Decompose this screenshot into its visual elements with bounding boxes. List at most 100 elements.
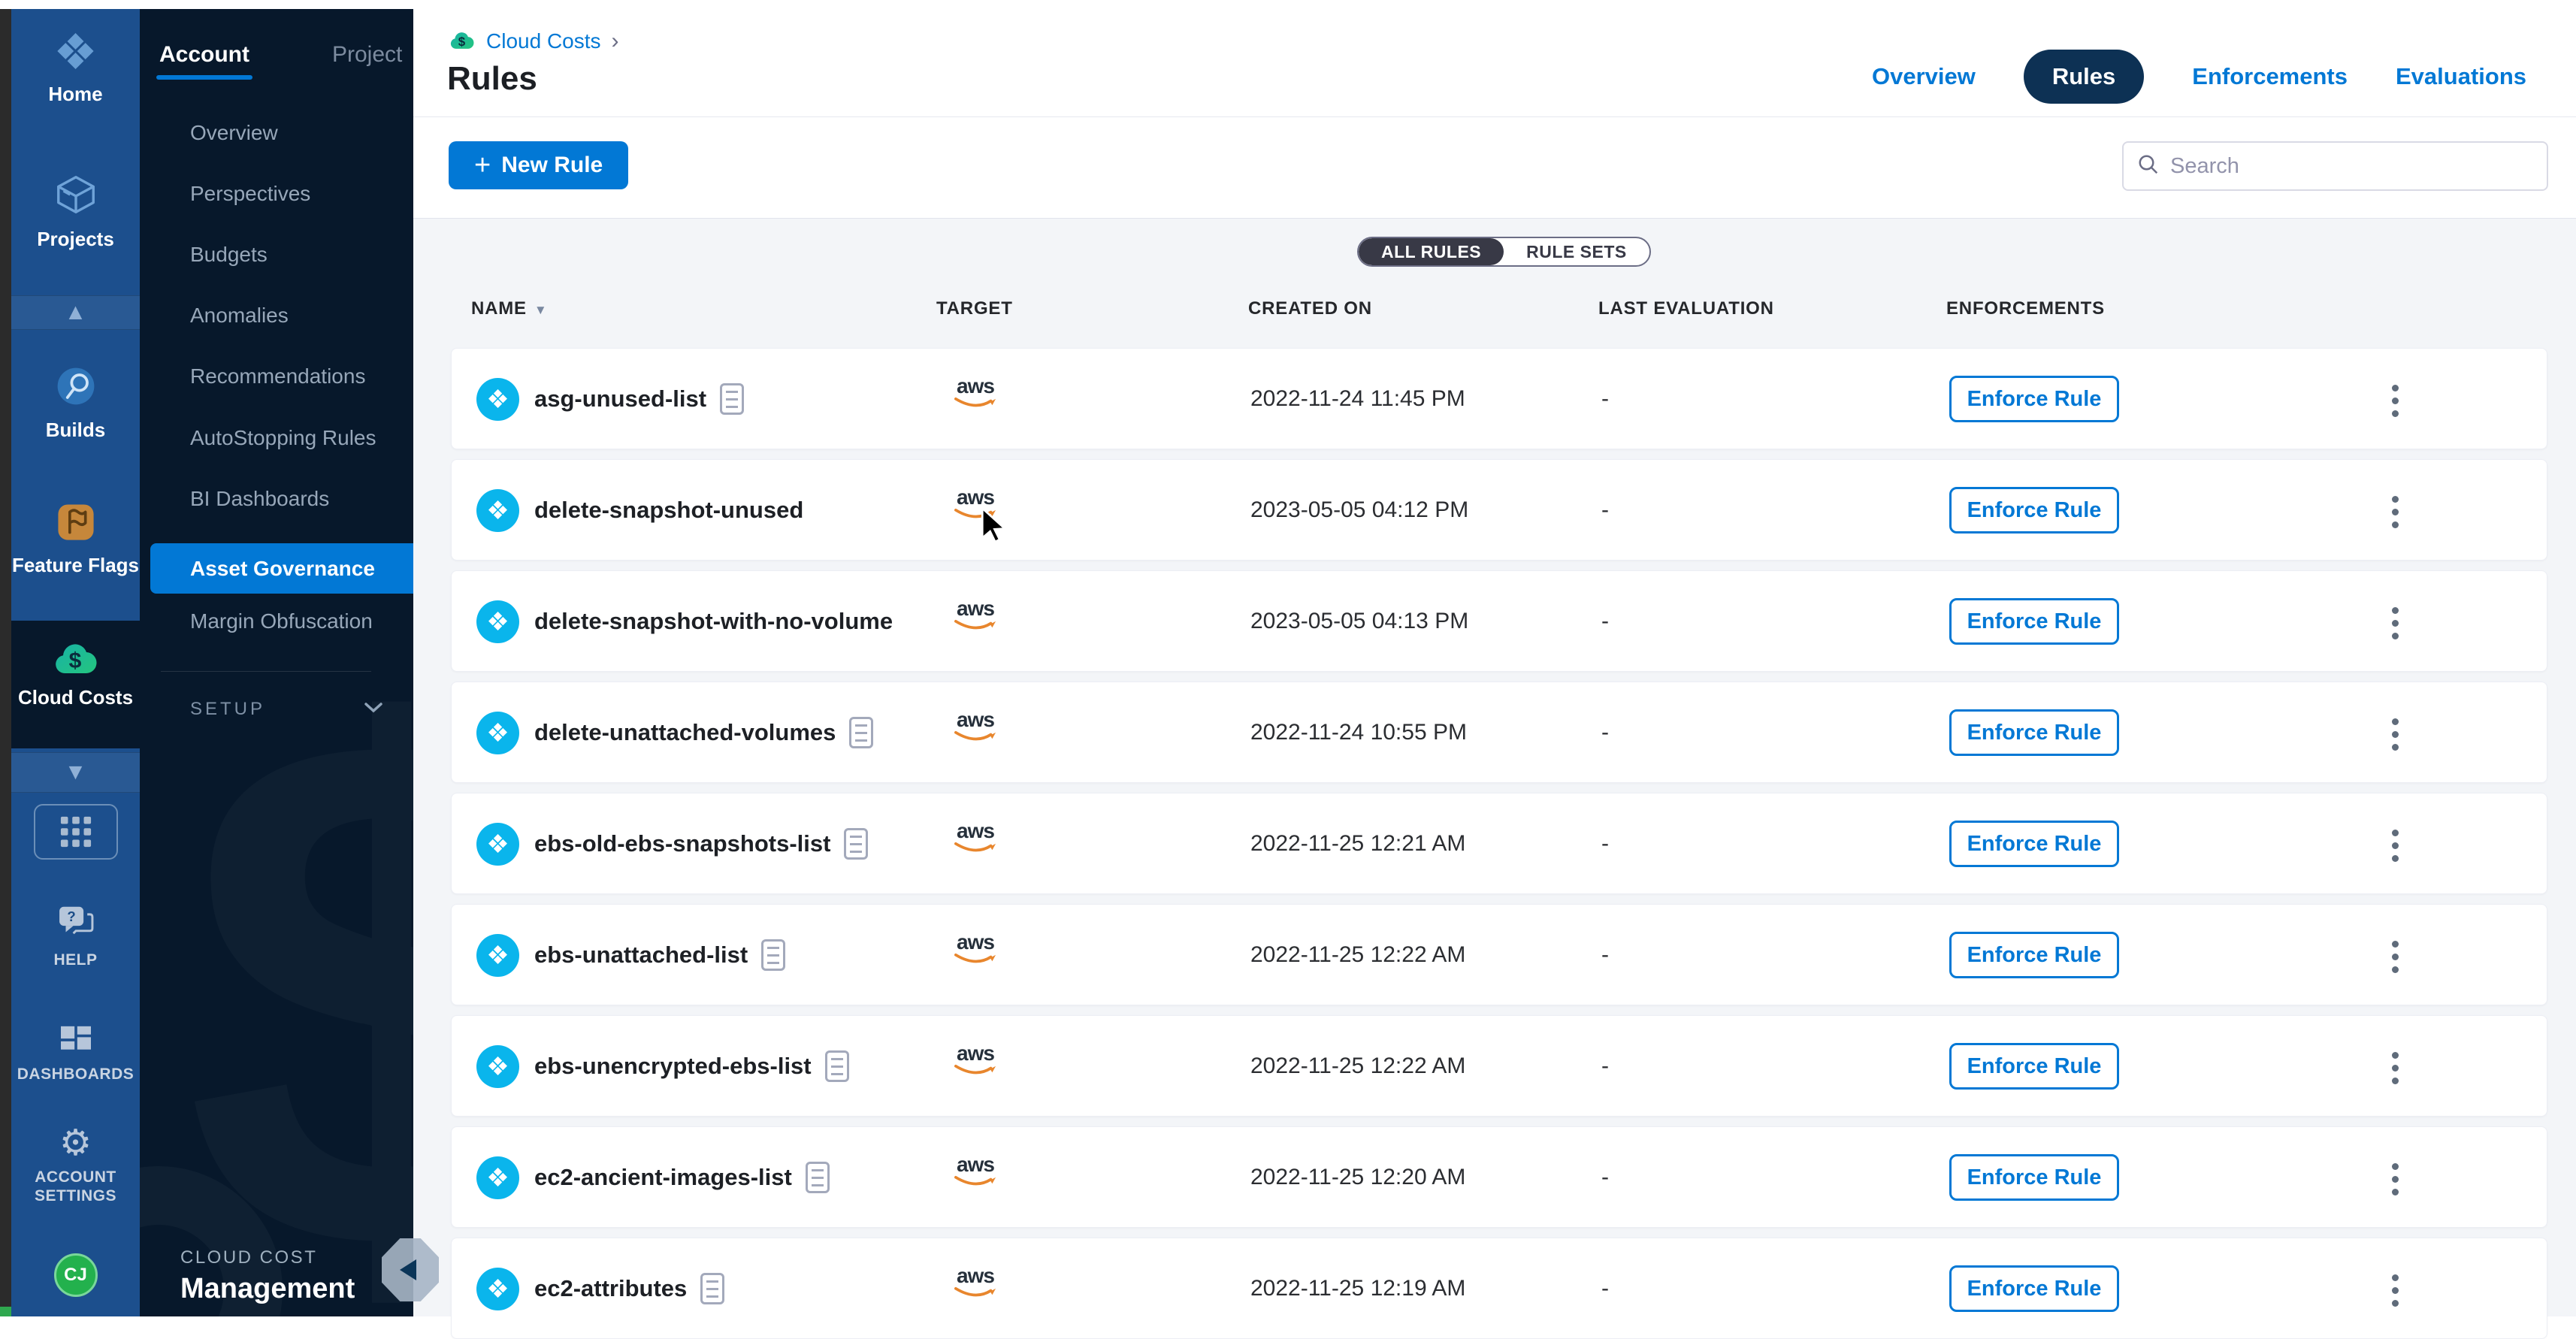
search-box[interactable]: [2122, 141, 2548, 191]
rule-name: asg-unused-list: [534, 385, 706, 413]
table-row[interactable]: ❖ asg-unused-list aws 2022-11-24 11:45 P…: [451, 348, 2547, 449]
sidebar-item-label: ACCOUNT SETTINGS: [20, 1168, 132, 1205]
table-row[interactable]: ❖ ebs-old-ebs-snapshots-list aws 2022-11…: [451, 793, 2547, 894]
table-row[interactable]: ❖ ebs-unencrypted-ebs-list aws 2022-11-2…: [451, 1015, 2547, 1117]
created-on-value: 2022-11-25 12:21 AM: [1250, 793, 1465, 893]
toggle-rule-sets[interactable]: RULE SETS: [1504, 238, 1649, 265]
table-row[interactable]: ❖ delete-unattached-volumes aws 2022-11-…: [451, 682, 2547, 783]
tab-project[interactable]: Project: [332, 42, 402, 68]
sidebar-item-anomalies[interactable]: Anomalies: [140, 299, 413, 332]
column-name: NAME▼: [471, 298, 548, 319]
enforce-rule-button[interactable]: Enforce Rule: [1949, 376, 2119, 422]
sidebar-item-builds[interactable]: Builds: [11, 364, 140, 442]
sidebar-item-recommendations[interactable]: Recommendations: [140, 360, 413, 393]
sidebar-scroll-up[interactable]: ▲: [11, 295, 140, 330]
toggle-all-rules[interactable]: ALL RULES: [1359, 238, 1504, 265]
sidebar-item-budgets[interactable]: Budgets: [140, 238, 413, 271]
description-icon[interactable]: [844, 828, 868, 860]
row-menu-icon[interactable]: [2389, 938, 2402, 976]
description-icon[interactable]: [720, 383, 744, 415]
enforce-rule-button[interactable]: Enforce Rule: [1949, 709, 2119, 756]
sidebar-item-cloud-costs[interactable]: $ Cloud Costs: [11, 639, 140, 709]
enforce-rule-button[interactable]: Enforce Rule: [1949, 932, 2119, 978]
tab-account[interactable]: Account: [159, 42, 249, 68]
breadcrumb-link-cloud-costs[interactable]: Cloud Costs: [486, 29, 601, 53]
enforce-rule-button[interactable]: Enforce Rule: [1949, 1265, 2119, 1312]
enforce-rule-button[interactable]: Enforce Rule: [1949, 821, 2119, 867]
table-row[interactable]: ❖ delete-snapshot-with-no-volume aws 202…: [451, 570, 2547, 672]
enforce-rule-button[interactable]: Enforce Rule: [1949, 487, 2119, 533]
created-on-value: 2022-11-24 11:45 PM: [1250, 349, 1465, 449]
last-evaluation-value: -: [1601, 1127, 1609, 1227]
table-row[interactable]: ❖ ec2-attributes aws 2022-11-25 12:19 AM…: [451, 1238, 2547, 1339]
column-created-on: CREATED ON: [1248, 298, 1372, 319]
brand-line-1: CLOUD COST: [180, 1247, 355, 1268]
sidebar-item-feature-flags[interactable]: Feature Flags: [11, 500, 140, 577]
row-menu-icon[interactable]: [2389, 493, 2402, 531]
sidebar-item-account-settings[interactable]: ⚙ ACCOUNT SETTINGS: [11, 1126, 140, 1205]
table-row[interactable]: ❖ ec2-ancient-images-list aws 2022-11-25…: [451, 1126, 2547, 1228]
table-row[interactable]: ❖ delete-snapshot-unused aws 2023-05-05 …: [451, 459, 2547, 561]
header-divider: [413, 116, 2576, 117]
enforce-rule-button[interactable]: Enforce Rule: [1949, 1043, 2119, 1090]
description-icon[interactable]: [761, 939, 785, 971]
help-chat-icon: ?: [56, 903, 96, 945]
main-content: $ Cloud Costs › Rules Overview Rules Enf…: [413, 9, 2576, 1316]
aws-target-logo: aws: [949, 821, 1002, 857]
sidebar-item-projects[interactable]: Projects: [11, 171, 140, 251]
tab-enforcements[interactable]: Enforcements: [2192, 63, 2348, 90]
sidebar-item-autostopping-rules[interactable]: AutoStopping Rules: [140, 422, 413, 455]
sidebar-item-help[interactable]: ? HELP: [11, 903, 140, 969]
created-on-value: 2022-11-25 12:22 AM: [1250, 905, 1465, 1005]
column-last-evaluation: LAST EVALUATION: [1598, 298, 1774, 319]
sort-desc-icon[interactable]: ▼: [534, 303, 548, 317]
aws-target-logo: aws: [949, 598, 1002, 634]
enforce-rule-button[interactable]: Enforce Rule: [1949, 598, 2119, 645]
row-menu-icon[interactable]: [2389, 827, 2402, 865]
setup-section-toggle[interactable]: SETUP: [190, 699, 383, 720]
row-menu-icon[interactable]: [2389, 1160, 2402, 1198]
sidebar-item-perspectives[interactable]: Perspectives: [140, 177, 413, 210]
table-row[interactable]: ❖ ebs-unattached-list aws 2022-11-25 12:…: [451, 904, 2547, 1005]
sidebar-scroll-down[interactable]: ▼: [11, 752, 140, 793]
tab-rules[interactable]: Rules: [2024, 50, 2144, 104]
new-rule-button[interactable]: + New Rule: [449, 141, 628, 189]
svg-text:?: ?: [67, 908, 75, 924]
last-evaluation-value: -: [1601, 349, 1609, 449]
rule-icon: ❖: [476, 1045, 519, 1088]
sidebar-item-asset-governance[interactable]: Asset Governance: [150, 543, 413, 594]
sidebar-item-home[interactable]: ❖ Home: [11, 27, 140, 106]
description-icon[interactable]: [825, 1050, 849, 1082]
chevron-down-icon: [364, 702, 383, 718]
description-icon[interactable]: [700, 1273, 724, 1304]
dashboards-icon: [59, 1025, 92, 1059]
user-avatar-item[interactable]: CJ: [11, 1253, 140, 1297]
tab-evaluations[interactable]: Evaluations: [2396, 63, 2526, 90]
sidebar-item-bi-dashboards[interactable]: BI Dashboards: [140, 482, 413, 515]
rules-filter-toggle: ALL RULES RULE SETS: [1357, 237, 1651, 267]
row-menu-icon[interactable]: [2389, 1049, 2402, 1087]
rule-name: ec2-ancient-images-list: [534, 1164, 792, 1191]
row-menu-icon[interactable]: [2389, 1271, 2402, 1310]
module-picker[interactable]: [11, 804, 140, 860]
rule-name: delete-snapshot-unused: [534, 497, 803, 524]
row-menu-icon[interactable]: [2389, 604, 2402, 642]
sidebar-item-margin-obfuscation[interactable]: Margin Obfuscation: [140, 605, 413, 638]
chevron-down-icon: ▼: [65, 760, 87, 785]
rule-name: ebs-old-ebs-snapshots-list: [534, 830, 830, 857]
sidebar-item-overview[interactable]: Overview: [140, 116, 413, 150]
enforce-rule-button[interactable]: Enforce Rule: [1949, 1154, 2119, 1201]
tab-overview[interactable]: Overview: [1872, 63, 1976, 90]
avatar[interactable]: CJ: [54, 1253, 98, 1297]
sidebar-item-label: Projects: [37, 228, 114, 251]
sidebar-item-dashboards[interactable]: DASHBOARDS: [11, 1025, 140, 1084]
sidebar-item-label: DASHBOARDS: [17, 1065, 135, 1084]
description-icon[interactable]: [849, 717, 873, 748]
svg-text:$: $: [458, 34, 466, 48]
row-menu-icon[interactable]: [2389, 715, 2402, 754]
search-input[interactable]: [2170, 154, 2533, 179]
last-evaluation-value: -: [1601, 1238, 1609, 1338]
home-icon: ❖: [53, 27, 98, 77]
row-menu-icon[interactable]: [2389, 382, 2402, 420]
description-icon[interactable]: [806, 1162, 830, 1193]
